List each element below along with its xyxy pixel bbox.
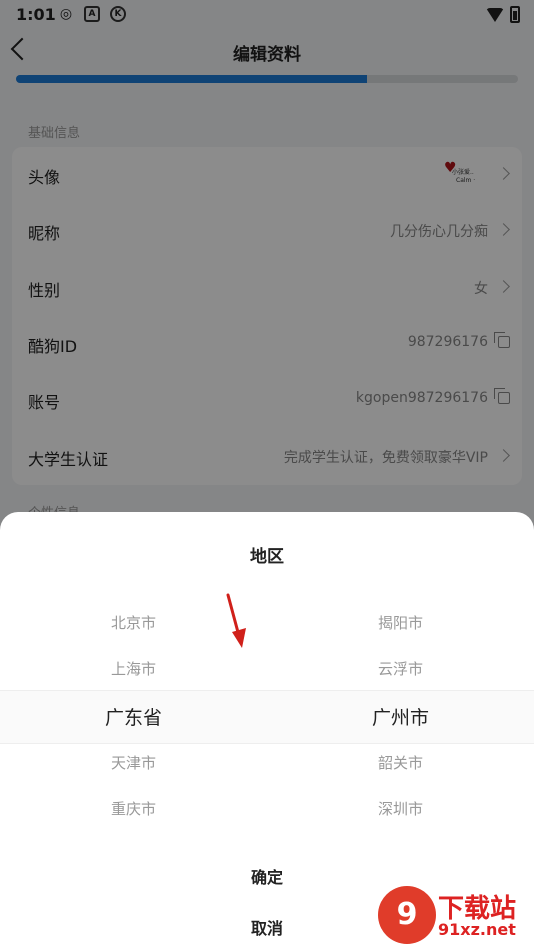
annotation-arrow-icon	[226, 593, 246, 648]
watermark-logo: 9 下载站 91xz.net	[378, 886, 528, 944]
